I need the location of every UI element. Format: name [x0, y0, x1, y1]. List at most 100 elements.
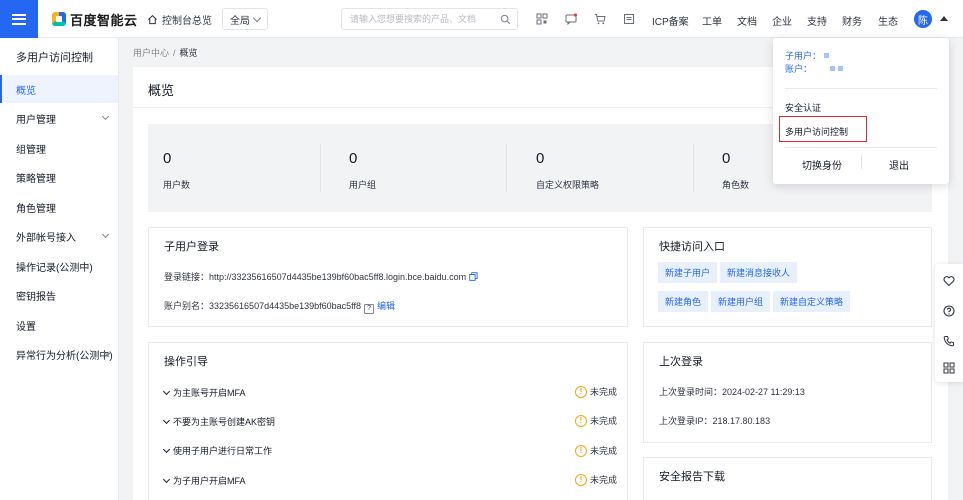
- warning-icon: !: [575, 385, 587, 398]
- nav-docs[interactable]: 文档: [737, 13, 757, 28]
- sidebar-item-settings[interactable]: 设置: [0, 311, 118, 339]
- panel-title: 操作引导: [164, 356, 208, 368]
- sidebar-item-policies[interactable]: 策略管理: [0, 163, 118, 191]
- switch-identity-button[interactable]: 切换身份: [802, 157, 842, 172]
- nav-ticket[interactable]: 工单: [702, 13, 722, 28]
- guide-row-label: 为子用户开启MFA: [173, 476, 246, 486]
- alias-value: 33235616507d4435be139bf60bac5ff8: [209, 301, 362, 311]
- edit-alias-link[interactable]: 编辑: [377, 301, 395, 311]
- last-login-ip-row: 上次登录IP：218.17.80.183: [659, 414, 770, 427]
- divider: [785, 88, 937, 89]
- sidebar-item-audit-log[interactable]: 操作记录(公测中): [0, 252, 118, 280]
- security-report-panel: 安全报告下载: [643, 457, 932, 500]
- guide-row-label: 为主账号开启MFA: [173, 388, 246, 398]
- last-login-ip-value: 218.17.80.183: [712, 416, 771, 426]
- logo-mark-icon: [52, 12, 66, 26]
- stat-label: 角色数: [722, 180, 750, 190]
- qrcode-icon[interactable]: [536, 13, 548, 25]
- stat-custom-policies[interactable]: 0 自定义权限策略: [521, 124, 693, 212]
- guide-row[interactable]: 为子用户开启MFA: [162, 474, 246, 487]
- sidebar-item-users[interactable]: 用户管理: [0, 104, 118, 132]
- message-icon[interactable]: [565, 13, 577, 25]
- stat-value: 0: [536, 150, 545, 167]
- last-login-panel: 上次登录 上次登录时间：2024-02-27 11:29:13 上次登录IP：2…: [643, 342, 932, 443]
- new-message-receiver-button[interactable]: 新建消息接收人: [720, 262, 798, 283]
- guide-row[interactable]: 为主账号开启MFA: [162, 386, 246, 399]
- console-home-link[interactable]: 控制台总览: [147, 12, 212, 27]
- breadcrumb-parent[interactable]: 用户中心: [133, 48, 169, 58]
- stat-groups[interactable]: 0 用户组: [334, 124, 506, 212]
- login-link-value[interactable]: http://33235616507d4435be139bf60bac5ff8.…: [209, 272, 466, 282]
- sidebar-item-label: 策略管理: [16, 173, 56, 185]
- menu-icon[interactable]: [0, 0, 38, 38]
- heart-icon[interactable]: [943, 275, 955, 287]
- sidebar-item-label: 外部帐号接入: [16, 232, 76, 244]
- sidebar-item-label: 操作记录(公测中): [16, 262, 93, 274]
- alias-label: 账户别名：: [164, 301, 210, 311]
- sidebar-item-label: 密钥报告: [16, 291, 56, 303]
- help-icon[interactable]: ?: [364, 304, 375, 314]
- copy-icon[interactable]: [469, 272, 478, 281]
- breadcrumb-current: 概览: [179, 48, 198, 58]
- logout-button[interactable]: 退出: [889, 157, 909, 172]
- subuser-login-panel: 子用户登录 登录链接：http://33235616507d4435be139b…: [148, 227, 628, 327]
- breadcrumb-separator: /: [173, 48, 176, 58]
- guide-row[interactable]: 使用子用户进行日常工作: [162, 444, 272, 457]
- subuser-label: 子用户：: [785, 51, 822, 61]
- avatar[interactable]: 陈: [914, 10, 932, 28]
- warning-icon: !: [575, 414, 587, 427]
- status-badge: ! 未完成: [575, 444, 617, 457]
- masked-value: [830, 66, 836, 71]
- masked-value: [824, 53, 830, 58]
- new-subuser-button[interactable]: 新建子用户: [658, 262, 718, 283]
- sidebar-item-anomaly-analysis[interactable]: 异常行为分析(公测中): [0, 340, 118, 368]
- phone-icon[interactable]: [943, 335, 955, 347]
- sidebar-item-roles[interactable]: 角色管理: [0, 193, 118, 221]
- menu-item-security-auth[interactable]: 安全认证: [785, 101, 821, 114]
- panel-title: 快捷访问入口: [659, 241, 725, 253]
- sidebar-item-label: 组管理: [16, 144, 46, 156]
- new-custom-policy-button[interactable]: 新建自定义策略: [773, 291, 851, 312]
- new-group-button[interactable]: 新建用户组: [711, 291, 771, 312]
- top-bar: 百度智能云 控制台总览 全局 ICP备案 工单 文档 企业 支持 财务 生态 陈: [0, 0, 963, 38]
- home-icon: [148, 14, 157, 25]
- login-link-row: 登录链接：http://33235616507d4435be139bf60bac…: [164, 270, 478, 283]
- help-icon[interactable]: [943, 305, 955, 317]
- region-select[interactable]: 全局: [222, 8, 268, 30]
- new-role-button[interactable]: 新建角色: [658, 291, 709, 312]
- nav-ecosystem[interactable]: 生态: [878, 13, 898, 28]
- sidebar-item-external-accounts[interactable]: 外部帐号接入: [0, 222, 118, 250]
- search-box[interactable]: [341, 8, 518, 30]
- nav-enterprise[interactable]: 企业: [772, 13, 792, 28]
- grid-icon[interactable]: [943, 362, 955, 374]
- nav-finance[interactable]: 财务: [842, 13, 862, 28]
- stat-value: 0: [163, 150, 172, 167]
- status-text: 未完成: [590, 446, 618, 456]
- floating-toolbar: [935, 264, 963, 382]
- nav-icp[interactable]: ICP备案: [652, 13, 689, 28]
- operation-guide-panel: 操作引导 为主账号开启MFA ! 未完成 不要为主账号创建AK密钥 ! 未完成 使用…: [148, 342, 628, 500]
- stat-label: 用户组: [349, 180, 377, 190]
- sidebar-item-groups[interactable]: 组管理: [0, 134, 118, 162]
- status-text: 未完成: [590, 416, 618, 426]
- cart-icon[interactable]: [594, 13, 606, 25]
- divider: [861, 155, 862, 169]
- sidebar-item-key-report[interactable]: 密钥报告: [0, 281, 118, 309]
- status-text: 未完成: [590, 475, 618, 485]
- search-input[interactable]: [350, 14, 500, 24]
- brand-logo[interactable]: 百度智能云: [52, 10, 138, 28]
- caret-up-icon[interactable]: [940, 16, 948, 21]
- status-badge: ! 未完成: [575, 385, 617, 398]
- sidebar-item-label: 角色管理: [16, 203, 56, 215]
- document-icon[interactable]: [623, 13, 635, 25]
- sidebar-item-overview[interactable]: 概览: [0, 75, 118, 103]
- stat-users[interactable]: 0 用户数: [148, 124, 320, 212]
- search-icon[interactable]: [500, 14, 511, 25]
- guide-row[interactable]: 不要为主账号创建AK密钥: [162, 415, 275, 428]
- nav-support[interactable]: 支持: [807, 13, 827, 28]
- divider: [506, 144, 507, 192]
- brand-name: 百度智能云: [70, 12, 138, 28]
- last-login-time-value: 2024-02-27 11:29:13: [722, 387, 805, 397]
- status-badge: ! 未完成: [575, 473, 617, 486]
- stat-label: 自定义权限策略: [536, 180, 600, 190]
